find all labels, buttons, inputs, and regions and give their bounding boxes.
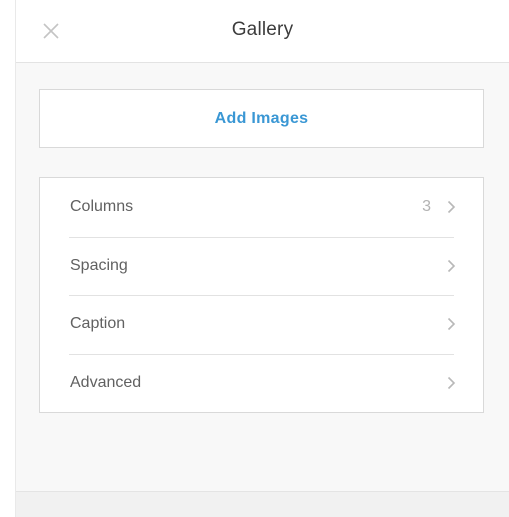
menu-item-label: Columns <box>70 198 134 215</box>
chevron-right-icon <box>447 200 456 214</box>
chevron-right-icon <box>447 376 456 390</box>
add-images-button[interactable]: Add Images <box>39 89 484 148</box>
gallery-panel: Gallery Add Images Columns 3 Spacing Cap… <box>15 0 509 517</box>
menu-item-spacing[interactable]: Spacing <box>40 236 483 296</box>
chevron-right-icon <box>447 259 456 273</box>
settings-menu: Columns 3 Spacing Caption Advanced <box>39 177 484 413</box>
menu-item-label: Caption <box>70 315 126 332</box>
columns-value: 3 <box>422 198 431 215</box>
menu-item-columns[interactable]: Columns 3 <box>40 178 483 237</box>
chevron-right-icon <box>447 317 456 331</box>
menu-item-label: Spacing <box>70 256 128 274</box>
menu-item-caption[interactable]: Caption <box>40 295 483 354</box>
panel-title: Gallery <box>231 19 294 40</box>
menu-item-label: Advanced <box>70 373 142 391</box>
menu-item-advanced[interactable]: Advanced <box>40 353 483 413</box>
panel-header: Gallery <box>16 0 509 63</box>
